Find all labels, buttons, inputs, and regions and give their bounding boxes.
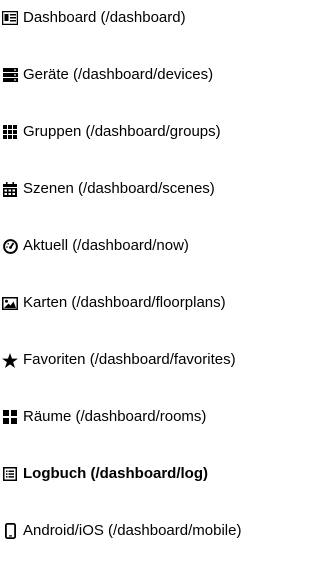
mobile-icon <box>2 523 18 539</box>
dashboard-icon <box>2 10 18 26</box>
nav-item-favorites[interactable]: Favoriten (/dashboard/favorites) <box>0 345 294 375</box>
nav-item-label: Aktuell (/dashboard/now) <box>23 237 189 254</box>
gauge-icon <box>2 238 18 254</box>
nav-item-label: Geräte (/dashboard/devices) <box>23 66 214 83</box>
nav-item-label: Szenen (/dashboard/scenes) <box>23 180 215 197</box>
nav-item-mobile[interactable]: Android/iOS (/dashboard/mobile) <box>0 516 294 546</box>
grid-icon <box>2 124 18 140</box>
nav-item-label: Karten (/dashboard/floorplans) <box>23 294 226 311</box>
nav-item-label: Räume (/dashboard/rooms) <box>23 408 207 425</box>
server-icon <box>2 67 18 83</box>
nav-item-rooms[interactable]: Räume (/dashboard/rooms) <box>0 402 294 432</box>
list-icon <box>2 466 18 482</box>
star-icon <box>2 352 18 368</box>
squares-icon <box>2 409 18 425</box>
nav-item-floorplans[interactable]: Karten (/dashboard/floorplans) <box>0 288 294 318</box>
calendar-icon <box>2 181 18 197</box>
nav-item-label: Logbuch (/dashboard/log) <box>23 465 208 482</box>
nav-item-label: Gruppen (/dashboard/groups) <box>23 123 221 140</box>
nav-item-label: Favoriten (/dashboard/favorites) <box>23 351 236 368</box>
nav-item-devices[interactable]: Geräte (/dashboard/devices) <box>0 60 294 90</box>
nav-item-dashboard[interactable]: Dashboard (/dashboard) <box>0 3 294 33</box>
nav-item-log[interactable]: Logbuch (/dashboard/log) <box>0 459 294 489</box>
dashboard-nav-list: Dashboard (/dashboard) Geräte (/dashboar… <box>0 0 294 577</box>
nav-item-now[interactable]: Aktuell (/dashboard/now) <box>0 231 294 261</box>
image-icon <box>2 295 18 311</box>
nav-item-scenes[interactable]: Szenen (/dashboard/scenes) <box>0 174 294 204</box>
nav-item-label: Dashboard (/dashboard) <box>23 9 186 26</box>
nav-item-groups[interactable]: Gruppen (/dashboard/groups) <box>0 117 294 147</box>
nav-item-label: Android/iOS (/dashboard/mobile) <box>23 522 242 539</box>
